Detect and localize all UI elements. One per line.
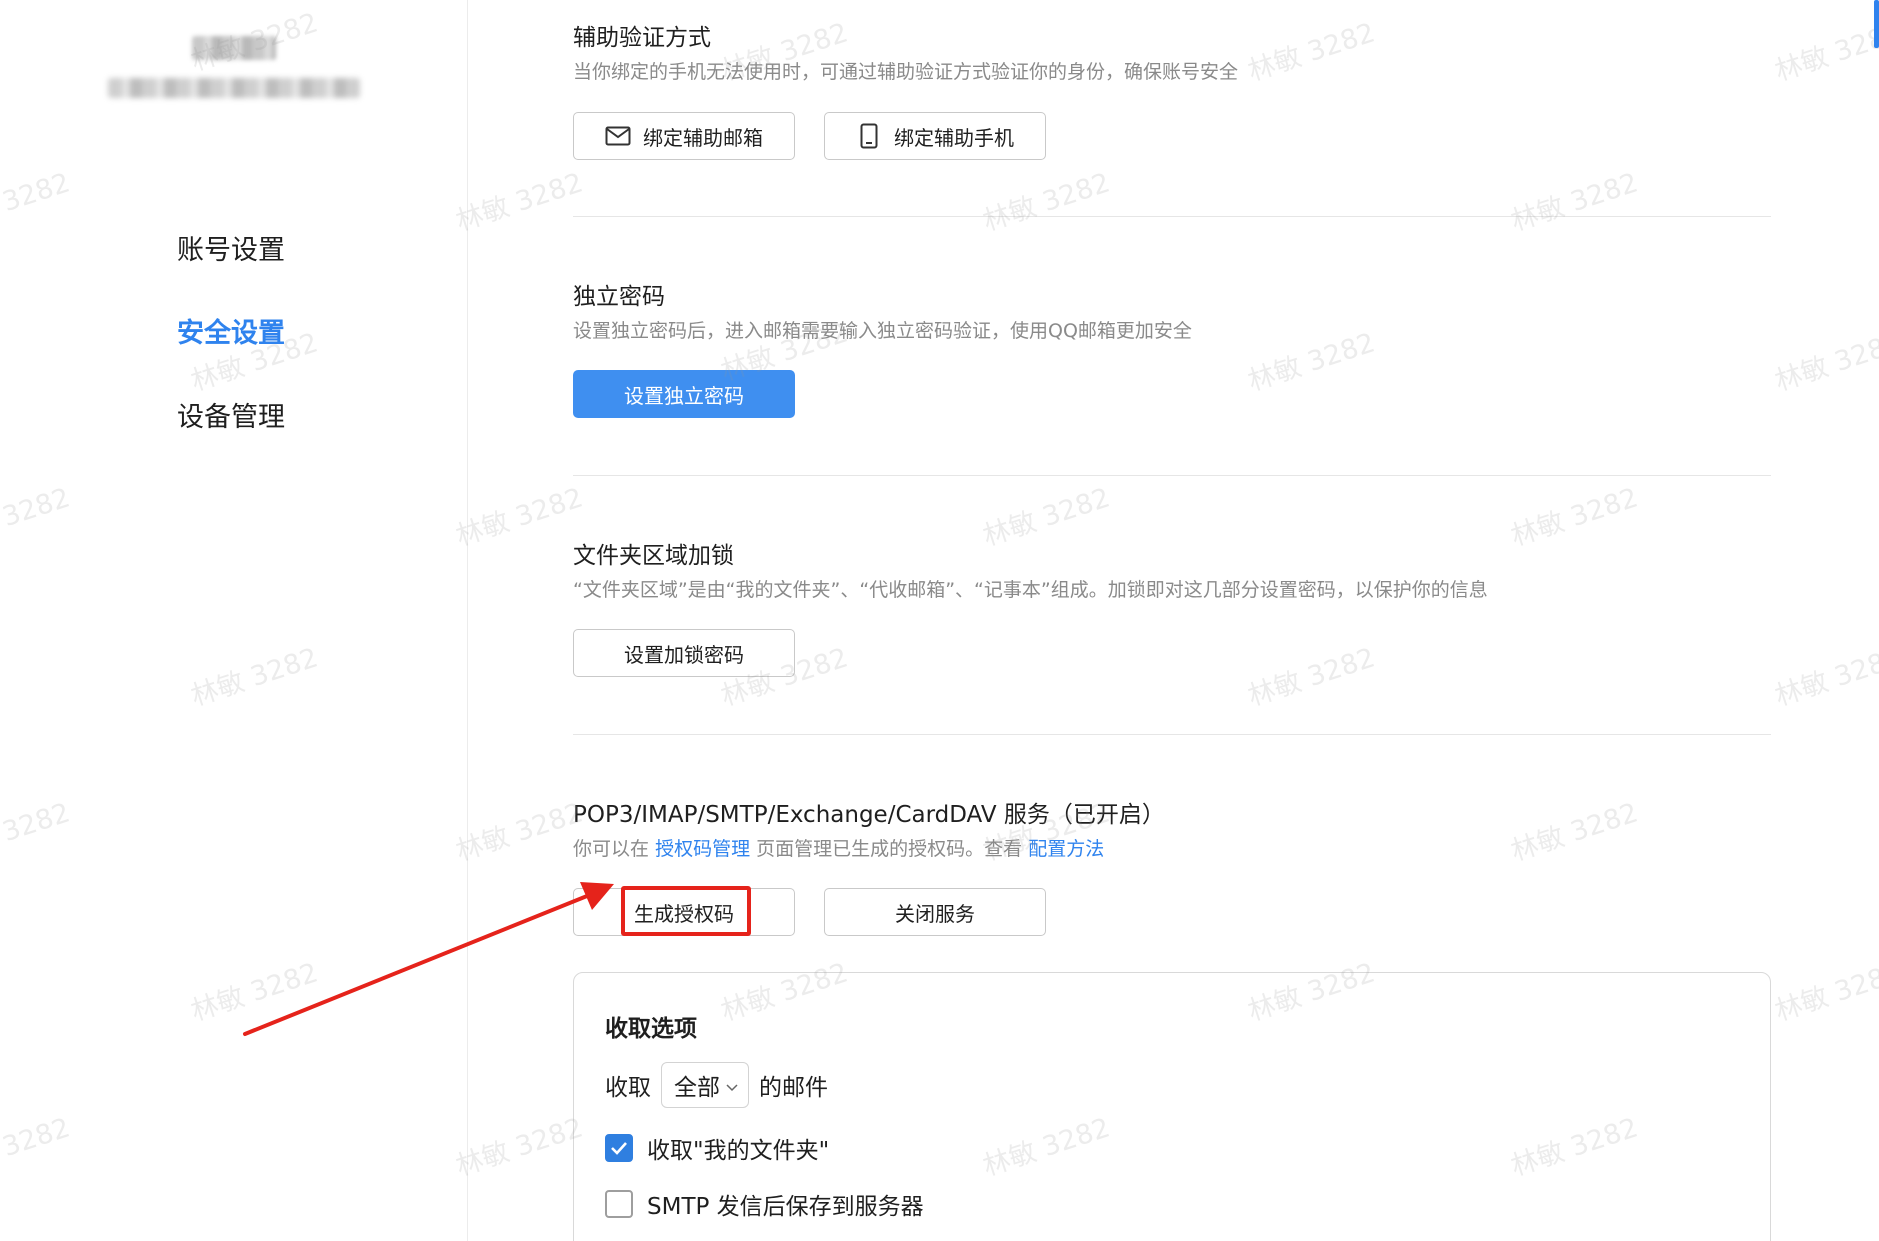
watermark: 林敏 3282 — [452, 482, 587, 553]
pop3-service-title: POP3/IMAP/SMTP/Exchange/CardDAV 服务（已开启） — [573, 802, 1165, 828]
watermark: 林敏 3282 — [452, 167, 587, 238]
pop3-service-desc: 你可以在 授权码管理 页面管理已生成的授权码。查看 配置方法 — [573, 834, 1104, 861]
bind-phone-button[interactable]: 绑定辅助手机 — [824, 112, 1046, 160]
option-my-folders-row: 收取"我的文件夹" — [605, 1131, 829, 1165]
watermark: 林敏 3282 — [452, 797, 587, 868]
independent-password-desc: 设置独立密码后，进入邮箱需要输入独立密码验证，使用QQ邮箱更加安全 — [573, 320, 1192, 342]
nav-device-management[interactable]: 设备管理 — [177, 395, 285, 434]
fetch-scope-select[interactable]: 全部 — [661, 1062, 749, 1108]
bind-phone-label: 绑定辅助手机 — [894, 125, 1014, 150]
secondary-verify-title: 辅助验证方式 — [573, 25, 711, 51]
fetch-options-title: 收取选项 — [605, 1016, 697, 1042]
watermark: 林敏 3282 — [452, 1112, 587, 1183]
settings-page: 账号设置 安全设置 设备管理 辅助验证方式 当你绑定的手机无法使用时，可通过辅助… — [0, 0, 1879, 1241]
desc-prefix: 你可以在 — [573, 838, 650, 860]
my-folders-checkbox[interactable] — [605, 1134, 633, 1162]
fetch-options-card: 收取选项 收取 全部 的邮件 收取"我的文件夹" SMTP 发信后保存到服务器 — [573, 972, 1771, 1241]
watermark: 林敏 3282 — [1771, 327, 1879, 398]
fetch-prefix: 收取 — [605, 1075, 651, 1101]
fetch-scope-value: 全部 — [674, 1075, 720, 1101]
option-smtp-save-row: SMTP 发信后保存到服务器 — [605, 1187, 924, 1221]
divider — [573, 216, 1771, 217]
envelope-icon — [605, 123, 631, 149]
checkmark-icon — [611, 1142, 627, 1155]
set-independent-password-button[interactable]: 设置独立密码 — [573, 370, 795, 418]
nav-account-settings[interactable]: 账号设置 — [177, 228, 285, 267]
phone-icon — [856, 123, 882, 149]
close-service-button[interactable]: 关闭服务 — [824, 888, 1046, 936]
set-lock-password-button[interactable]: 设置加锁密码 — [573, 629, 795, 677]
auth-code-management-link[interactable]: 授权码管理 — [655, 838, 750, 860]
divider — [573, 734, 1771, 735]
sidebar: 账号设置 安全设置 设备管理 — [0, 0, 468, 1241]
nav-security-settings[interactable]: 安全设置 — [177, 311, 285, 350]
my-folders-label: 收取"我的文件夹" — [647, 1138, 830, 1164]
blurred-user-name — [192, 36, 276, 60]
scrollbar-thumb[interactable] — [1874, 0, 1879, 48]
watermark: 林敏 3282 — [1771, 642, 1879, 713]
smtp-save-checkbox[interactable] — [605, 1190, 633, 1218]
main-content: 辅助验证方式 当你绑定的手机无法使用时，可通过辅助验证方式验证你的身份，确保账号… — [573, 0, 1771, 1241]
blurred-user-email — [108, 78, 360, 98]
config-method-link[interactable]: 配置方法 — [1028, 838, 1104, 860]
chevron-down-icon — [726, 1072, 738, 1098]
smtp-save-label: SMTP 发信后保存到服务器 — [647, 1194, 924, 1220]
divider — [573, 475, 1771, 476]
desc-middle: 页面管理已生成的授权码。查看 — [756, 838, 1023, 860]
folder-lock-title: 文件夹区域加锁 — [573, 543, 734, 569]
fetch-suffix: 的邮件 — [759, 1075, 828, 1101]
secondary-verify-desc: 当你绑定的手机无法使用时，可通过辅助验证方式验证你的身份，确保账号安全 — [573, 61, 1239, 83]
watermark: 林敏 3282 — [1771, 957, 1879, 1028]
watermark: 林敏 3282 — [1771, 17, 1879, 88]
fetch-scope-row: 收取 全部 的邮件 — [605, 1061, 828, 1109]
generate-auth-code-button[interactable]: 生成授权码 — [573, 888, 795, 936]
bind-email-label: 绑定辅助邮箱 — [643, 125, 763, 150]
independent-password-title: 独立密码 — [573, 284, 665, 310]
bind-email-button[interactable]: 绑定辅助邮箱 — [573, 112, 795, 160]
folder-lock-desc: “文件夹区域”是由“我的文件夹”、“代收邮箱”、“记事本”组成。加锁即对这几部分… — [573, 579, 1488, 601]
